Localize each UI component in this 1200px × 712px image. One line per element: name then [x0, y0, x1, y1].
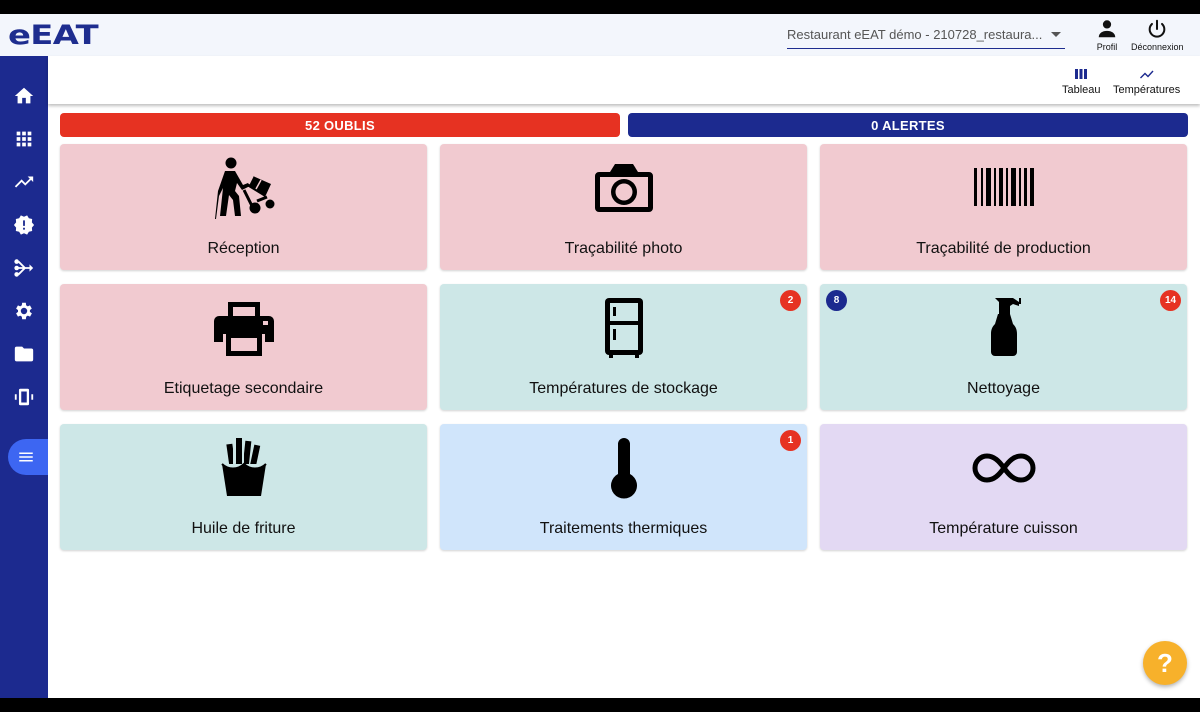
- view-table-button[interactable]: Tableau: [1062, 66, 1101, 96]
- sidebar-item-apps[interactable]: [12, 127, 36, 151]
- sidebar-item-alerts[interactable]: [12, 213, 36, 237]
- view-temperatures-label: Températures: [1113, 84, 1181, 96]
- fridge-icon: [604, 298, 643, 358]
- alertes-counter[interactable]: 0 ALERTES: [628, 113, 1188, 137]
- logout-button[interactable]: Déconnexion: [1131, 18, 1184, 52]
- view-temperatures-button[interactable]: Températures: [1113, 66, 1180, 96]
- camera-icon: [594, 164, 653, 212]
- flow-icon: [14, 259, 34, 277]
- barcode-icon: [973, 168, 1034, 206]
- tile-reception[interactable]: Réception: [60, 144, 427, 270]
- hand-truck-icon: [214, 157, 274, 219]
- trending-up-icon: [1139, 70, 1154, 79]
- menu-icon: [19, 452, 33, 462]
- sidebar-menu-button[interactable]: [8, 439, 48, 475]
- view-table-label: Tableau: [1062, 84, 1101, 96]
- restaurant-select-value: Restaurant eEAT démo - 210728_restaura..…: [787, 27, 1043, 42]
- tile-temperatures-stockage[interactable]: 2 Températures de stockage: [440, 284, 807, 410]
- logout-label: Déconnexion: [1131, 42, 1184, 52]
- sidebar-item-trends[interactable]: [12, 170, 36, 194]
- logo[interactable]: eEAT: [8, 20, 99, 51]
- home-icon: [14, 87, 34, 104]
- app-screen: eEAT Restaurant eEAT démo - 210728_resta…: [0, 14, 1200, 698]
- apps-grid-icon: [16, 131, 32, 147]
- tile-label: Température cuisson: [929, 520, 1078, 537]
- tile-traitements-thermiques[interactable]: 1 Traitements thermiques: [440, 424, 807, 550]
- tile-temperature-cuisson[interactable]: Température cuisson: [820, 424, 1187, 550]
- view-toolbar: Tableau Températures: [48, 56, 1200, 104]
- tile-label: Réception: [207, 240, 280, 257]
- power-icon: [1148, 19, 1166, 38]
- fries-icon: [220, 438, 267, 496]
- trending-up-icon: [14, 176, 34, 188]
- infinity-icon: [972, 453, 1035, 483]
- alert-badge-icon: [13, 215, 35, 235]
- printer-icon: [213, 302, 274, 356]
- tile-tracabilite-production[interactable]: Traçabilité de production: [820, 144, 1187, 270]
- sidebar-item-flows[interactable]: [12, 256, 36, 280]
- sidebar-item-settings[interactable]: [12, 299, 36, 323]
- sidebar-item-devices[interactable]: [12, 385, 36, 409]
- tile-label: Températures de stockage: [529, 380, 718, 397]
- tile-label: Traçabilité de production: [916, 240, 1091, 257]
- tile-nettoyage[interactable]: 8 14 Nettoyage: [820, 284, 1187, 410]
- help-button[interactable]: ?: [1143, 641, 1187, 685]
- tile-label: Traçabilité photo: [564, 240, 683, 257]
- gear-icon: [16, 302, 32, 320]
- profile-label: Profil: [1096, 42, 1118, 52]
- tile-label: Etiquetage secondaire: [163, 380, 324, 397]
- thermometer-icon: [610, 438, 637, 499]
- top-bar: eEAT Restaurant eEAT démo - 210728_resta…: [0, 14, 1200, 56]
- columns-icon: [1075, 69, 1088, 79]
- sidebar: [0, 56, 48, 698]
- restaurant-select[interactable]: Restaurant eEAT démo - 210728_restaura..…: [787, 25, 1065, 49]
- tile-label: Nettoyage: [967, 380, 1040, 397]
- sidebar-item-home[interactable]: [12, 84, 36, 108]
- chevron-down-icon: [1051, 32, 1061, 37]
- profile-button[interactable]: Profil: [1096, 18, 1118, 52]
- tile-etiquetage-secondaire[interactable]: Etiquetage secondaire: [60, 284, 427, 410]
- sidebar-item-documents[interactable]: [12, 342, 36, 366]
- tile-label: Traitements thermiques: [539, 520, 708, 537]
- spray-bottle-icon: [990, 298, 1021, 356]
- person-icon: [1098, 20, 1116, 38]
- oublis-counter[interactable]: 52 OUBLIS: [60, 113, 620, 137]
- tile-tracabilite-photo[interactable]: Traçabilité photo: [440, 144, 807, 270]
- device-vibrate-icon: [14, 388, 34, 406]
- folder-icon: [14, 346, 34, 362]
- tile-label: Huile de friture: [191, 520, 296, 537]
- tile-huile-friture[interactable]: Huile de friture: [60, 424, 427, 550]
